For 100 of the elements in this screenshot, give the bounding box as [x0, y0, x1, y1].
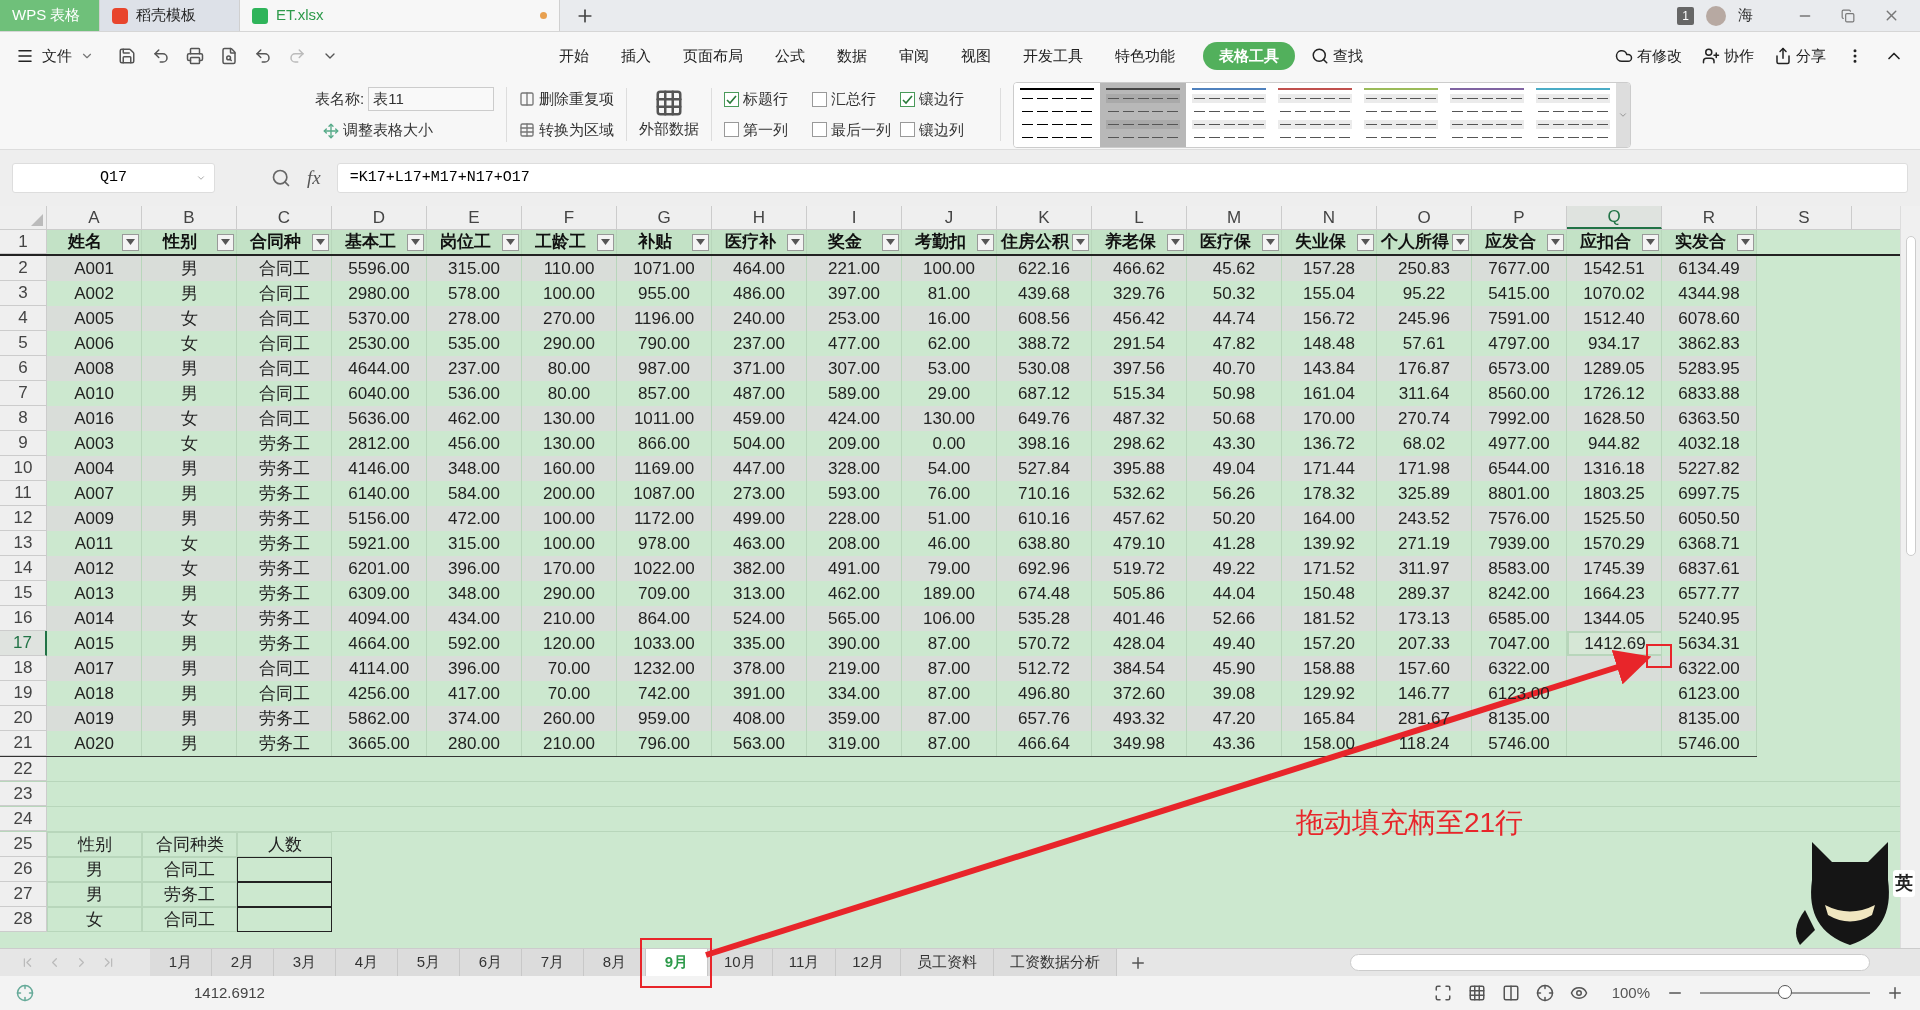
row-number[interactable]: 7	[0, 381, 47, 406]
formula-field[interactable]: =K17+L17+M17+N17+O17	[336, 163, 1908, 193]
column-header[interactable]: E	[427, 206, 522, 229]
print-icon[interactable]	[186, 47, 204, 65]
row-number[interactable]: 9	[0, 431, 47, 456]
table-style-swatch[interactable]	[1100, 82, 1187, 147]
filter-dropdown-button[interactable]	[122, 233, 139, 251]
row-number[interactable]: 12	[0, 506, 47, 531]
filter-dropdown-button[interactable]	[1547, 233, 1564, 251]
sheet-tab[interactable]: 2月	[212, 949, 274, 976]
column-header[interactable]: B	[142, 206, 237, 229]
filter-dropdown-button[interactable]	[502, 233, 519, 251]
table-name-field[interactable]: 表11	[368, 87, 495, 112]
row-number[interactable]: 1	[0, 230, 47, 254]
ribbon-tab[interactable]: 开始	[543, 41, 605, 71]
input-method-indicator[interactable]: 英	[1893, 870, 1915, 897]
column-header[interactable]: K	[997, 206, 1092, 229]
sheet-tab[interactable]: 12月	[836, 949, 901, 976]
sheet-tab[interactable]: 11月	[772, 949, 837, 976]
sheet-tab[interactable]: 4月	[336, 949, 398, 976]
row-number[interactable]: 21	[0, 731, 47, 756]
sheet-tab[interactable]: 7月	[522, 949, 584, 976]
sheet-tab[interactable]: 9月	[646, 949, 708, 976]
search-button[interactable]: 查找	[1311, 44, 1363, 68]
column-header[interactable]: D	[332, 206, 427, 229]
sheet-tab[interactable]: 员工资料	[900, 949, 994, 976]
action-button[interactable]: 有修改	[1615, 44, 1682, 68]
ribbon-tab[interactable]: 插入	[605, 41, 667, 71]
resize-table-button[interactable]: 调整表格大小	[323, 119, 495, 142]
sheet-tab[interactable]: 6月	[460, 949, 522, 976]
row-number[interactable]: 20	[0, 706, 47, 731]
restore-icon[interactable]	[1841, 8, 1855, 23]
fullscreen-icon[interactable]	[1433, 984, 1452, 1002]
ribbon-tab[interactable]: 视图	[945, 41, 1007, 71]
row-number[interactable]: 15	[0, 581, 47, 606]
horizontal-scrollbar[interactable]	[1350, 954, 1870, 971]
filter-dropdown-button[interactable]	[407, 233, 424, 251]
eye-protection-icon[interactable]	[1569, 984, 1588, 1002]
column-header[interactable]: L	[1092, 206, 1187, 229]
page-break-view-icon[interactable]	[1501, 984, 1520, 1002]
column-header[interactable]: N	[1282, 206, 1377, 229]
sheet-tab[interactable]: 10月	[708, 949, 773, 976]
column-header[interactable]: H	[712, 206, 807, 229]
row-number[interactable]: 25	[0, 832, 47, 857]
filter-dropdown-button[interactable]	[977, 233, 994, 251]
column-header[interactable]: F	[522, 206, 617, 229]
external-data-button[interactable]: 外部数据	[627, 88, 713, 141]
zoom-slider-thumb[interactable]	[1778, 985, 1792, 999]
row-number[interactable]: 2	[0, 256, 47, 281]
row-number[interactable]: 22	[0, 757, 47, 781]
undo-icon[interactable]	[152, 47, 170, 65]
row-number[interactable]: 6	[0, 356, 47, 381]
action-button[interactable]: 协作	[1702, 44, 1754, 68]
row-number[interactable]: 27	[0, 882, 47, 907]
table-option-checkbox[interactable]: 镶边列	[900, 118, 989, 141]
table-option-checkbox[interactable]: 最后一列	[812, 118, 901, 141]
action-button[interactable]: 分享	[1774, 44, 1826, 68]
ribbon-tab[interactable]: 公式	[759, 41, 821, 71]
row-number[interactable]: 4	[0, 306, 47, 331]
function-label[interactable]: fx	[307, 163, 321, 193]
column-header[interactable]: Q	[1567, 206, 1662, 229]
filter-dropdown-button[interactable]	[312, 233, 329, 251]
ribbon-tab[interactable]: 审阅	[883, 41, 945, 71]
sheet-tab[interactable]: 1月	[150, 949, 212, 976]
filter-dropdown-button[interactable]	[1072, 233, 1089, 251]
save-icon[interactable]	[118, 47, 136, 65]
row-number[interactable]: 16	[0, 606, 47, 631]
row-number[interactable]: 23	[0, 782, 47, 806]
row-number[interactable]: 18	[0, 656, 47, 681]
row-number[interactable]: 14	[0, 556, 47, 581]
name-box-field[interactable]: Q17	[12, 163, 215, 193]
ribbon-tab[interactable]: 特色功能	[1099, 41, 1191, 71]
ribbon-tab[interactable]: 页面布局	[667, 41, 759, 71]
row-number[interactable]: 5	[0, 331, 47, 356]
column-header[interactable]: O	[1377, 206, 1472, 229]
filter-dropdown-button[interactable]	[787, 233, 804, 251]
zoom-in-icon[interactable]	[1886, 984, 1904, 1002]
file-menu[interactable]: 文件	[16, 44, 94, 68]
table-option-checkbox[interactable]: 第一列	[724, 118, 813, 141]
filter-dropdown-button[interactable]	[1167, 233, 1184, 251]
column-header[interactable]: C	[237, 206, 332, 229]
convert-to-range-button[interactable]: 转换为区域	[519, 118, 615, 141]
row-number[interactable]: 26	[0, 857, 47, 882]
filter-dropdown-button[interactable]	[692, 233, 709, 251]
ribbon-tab[interactable]: 数据	[821, 41, 883, 71]
row-number[interactable]: 11	[0, 481, 47, 506]
zoom-percent[interactable]: 100%	[1611, 981, 1650, 1005]
ribbon-tab[interactable]: 开发工具	[1007, 41, 1099, 71]
normal-view-icon[interactable]	[1467, 984, 1486, 1002]
column-header[interactable]: J	[902, 206, 997, 229]
remove-duplicates-button[interactable]: 删除重复项	[519, 88, 615, 111]
row-number[interactable]: 3	[0, 281, 47, 306]
print-preview-icon[interactable]	[220, 47, 238, 65]
column-header[interactable]: M	[1187, 206, 1282, 229]
sheet-tab[interactable]: 工资数据分析	[993, 949, 1117, 976]
sheet-tab[interactable]: 5月	[398, 949, 460, 976]
filter-dropdown-button[interactable]	[1357, 233, 1374, 251]
filter-dropdown-button[interactable]	[217, 233, 234, 251]
column-header[interactable]: R	[1662, 206, 1757, 229]
table-option-checkbox[interactable]: 标题行	[724, 88, 813, 111]
